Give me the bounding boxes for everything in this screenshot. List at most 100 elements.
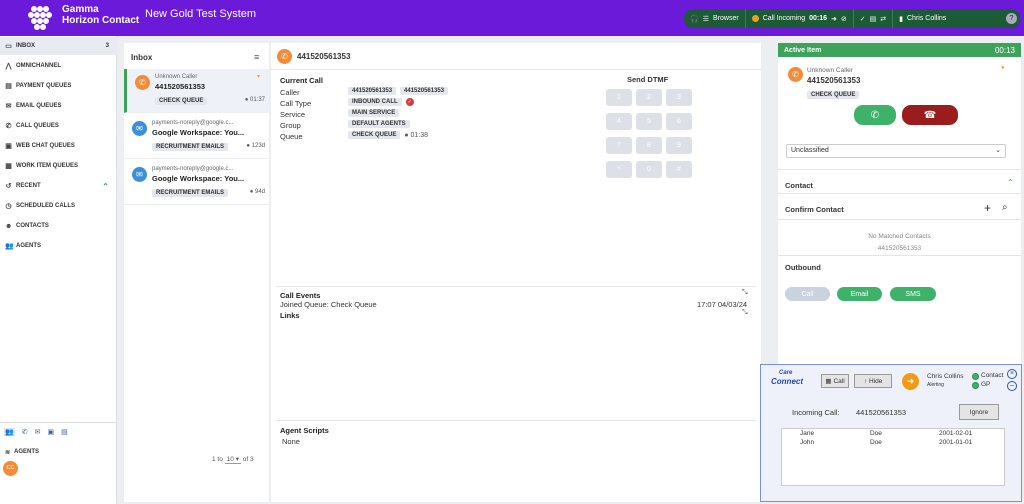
sidebar-item-call-queues[interactable]: ✆ CALL QUEUES [0,117,117,135]
dtmf-key-0[interactable]: 0 [636,161,662,178]
active-item-timer: 00:13 [994,45,1015,55]
ignore-button[interactable]: Ignore [959,404,999,420]
inbox-card[interactable]: ✆ Unknown Caller 441520561353 ▾ CHECK QU… [124,69,269,113]
outbound-sms-button[interactable]: SMS [890,287,936,301]
expand-links-icon[interactable]: ⤡ [742,309,748,317]
filter-icon[interactable]: ≡ [254,52,259,62]
sidebar-item-email-queues[interactable]: ✉ EMAIL QUEUES [0,97,117,115]
event-text: Joined Queue: Check Queue [280,300,377,309]
sidebar-item-inbox[interactable]: ▭ INBOX 3 [0,37,117,55]
table-row[interactable]: John Doe 2001-01-01 [782,439,1004,447]
agents-icon[interactable]: 👥 [4,428,15,436]
outbound-email-button[interactable]: Email [837,287,882,301]
phone-icon[interactable]: ✆ [22,428,28,436]
reject-call-button[interactable]: ☎ [902,105,958,125]
inbox-count-badge: 3 [105,43,109,49]
star-icon[interactable]: ▾ [257,73,260,80]
swap-icon[interactable]: ⇄ [880,15,886,23]
dtmf-key-5[interactable]: 5 [636,113,662,130]
sidebar-item-label: INBOX [16,43,36,49]
dtmf-key-9[interactable]: 9 [666,137,692,154]
event-time: 17:07 04/03/24 [697,300,748,309]
chevron-up-icon[interactable]: ⌃ [102,182,109,191]
brand-line1: Gamma [62,4,99,15]
page-size-value: 10 [226,456,234,463]
sidebar-item-web-chat-queues[interactable]: ▣ WEB CHAT QUEUES [0,137,117,155]
dtmf-key-7[interactable]: 7 [606,137,632,154]
dtmf-key-hash[interactable]: # [666,161,692,178]
call-status-segment[interactable]: Call Incoming 00:16 ➜ ⊘ [746,9,854,28]
divider [778,169,1021,170]
forward-arrow-icon[interactable]: ➜ [902,373,919,390]
group-tag: DEFAULT AGENTS [348,120,410,128]
star-icon[interactable]: ● [1001,65,1005,71]
sidebar-item-scheduled-calls[interactable]: ◷ SCHEDULED CALLS [0,197,117,215]
links-title: Links [280,311,300,320]
outbound-call-button[interactable]: Call [785,287,830,301]
chat-icon: ▣ [5,142,12,150]
answer-call-button[interactable]: ✆ [854,105,896,125]
browser-segment[interactable]: 🎧 ☰ Browser [684,9,746,28]
popup-call-button[interactable]: ▦ Call [821,374,849,388]
dtmf-key-4[interactable]: 4 [606,113,632,130]
rss-icon: ≋ [5,450,11,456]
sidebar-item-contacts[interactable]: ☻ CONTACTS [0,217,117,235]
email-icon: ✉ [5,102,12,110]
user-segment[interactable]: ▮ Chris Collins [893,9,952,28]
chat-icon[interactable]: ▣ [47,428,54,436]
arrow-right-icon[interactable]: ➜ [831,15,837,23]
search-icon[interactable]: ⌕ [1002,202,1008,213]
help-icon[interactable]: ? [1006,13,1017,24]
sidebar-item-recent[interactable]: ↺ RECENT ⌃ [0,177,117,195]
sidebar-item-omnichannel[interactable]: ⋀ OMNICHANNEL [0,57,117,75]
close-icon[interactable]: × [1007,369,1017,379]
inbox-card[interactable]: ✉ payments-noreply@google.c... Google Wo… [124,115,269,159]
top-bar: Gamma Horizon Contact New Gold Test Syst… [0,0,1024,36]
bottom-agents[interactable]: ≋ AGENTS [5,449,39,456]
sidebar-item-payment-queues[interactable]: ▤ PAYMENT QUEUES [0,77,117,95]
payment-icon: ▤ [5,82,12,90]
disposition-select[interactable]: Unclassified ⌄ [786,144,1006,158]
popup-agent-state: Alerting [927,382,944,388]
divider [778,255,1021,256]
dtmf-key-star[interactable]: * [606,161,632,178]
chevron-up-icon[interactable]: ⌃ [1007,178,1014,187]
queue-tag: RECRUITMENT EMAILS [152,143,228,151]
card-age: ● 123d [246,143,265,149]
email-icon[interactable]: ✉ [35,428,41,436]
minimize-icon[interactable]: − [1007,381,1017,391]
card-icon[interactable]: ▤ [870,15,877,23]
divider [778,219,1021,220]
first-name-cell: Jane [800,430,815,437]
sidebar-item-label: SCHEDULED CALLS [16,203,76,209]
active-item-header: Active Item 00:13 [778,43,1021,57]
call-grid-icon: ▦ [825,378,832,385]
queue-values: CHECK QUEUE ● 01:38 [348,131,428,139]
dob-cell: 2001-01-01 [939,439,973,446]
add-contact-icon[interactable]: + [984,201,991,215]
document-icon[interactable]: ▤ [61,428,68,436]
check-icon[interactable]: ✓ [860,15,866,23]
no-match-text: No Matched Contacts [868,233,931,240]
user-avatar[interactable]: CC [3,461,18,476]
dtmf-key-8[interactable]: 8 [636,137,662,154]
inbox-card[interactable]: ✉ payments-noreply@google.c... Google Wo… [124,161,269,205]
table-row[interactable]: Jane Doe 2001-02-01 [782,430,1004,438]
gp-status-label: GP [981,381,991,388]
dtmf-key-3[interactable]: 3 [666,89,692,106]
check-circle-icon[interactable]: ⊘ [841,15,847,23]
sidebar-item-agents[interactable]: 👥 AGENTS [0,237,117,255]
dtmf-key-2[interactable]: 2 [636,89,662,106]
page-size-select[interactable]: 10 ▾ [224,456,241,464]
service-tag: MAIN SERVICE [348,109,400,117]
popup-hide-button[interactable]: ↑ Hide [854,374,892,388]
sliders-icon[interactable]: ☰ [703,15,709,23]
logo-line1: Care [779,370,793,376]
sidebar-item-label: OMNICHANNEL [16,63,61,69]
sidebar-item-work-item-queues[interactable]: ▦ WORK ITEM QUEUES [0,157,117,175]
expand-events-icon[interactable]: ⤡ [742,289,748,297]
card-age-text: 01:37 [249,97,265,103]
card-age-text: 94d [254,189,265,195]
dtmf-key-6[interactable]: 6 [666,113,692,130]
dtmf-key-1[interactable]: 1 [606,89,632,106]
